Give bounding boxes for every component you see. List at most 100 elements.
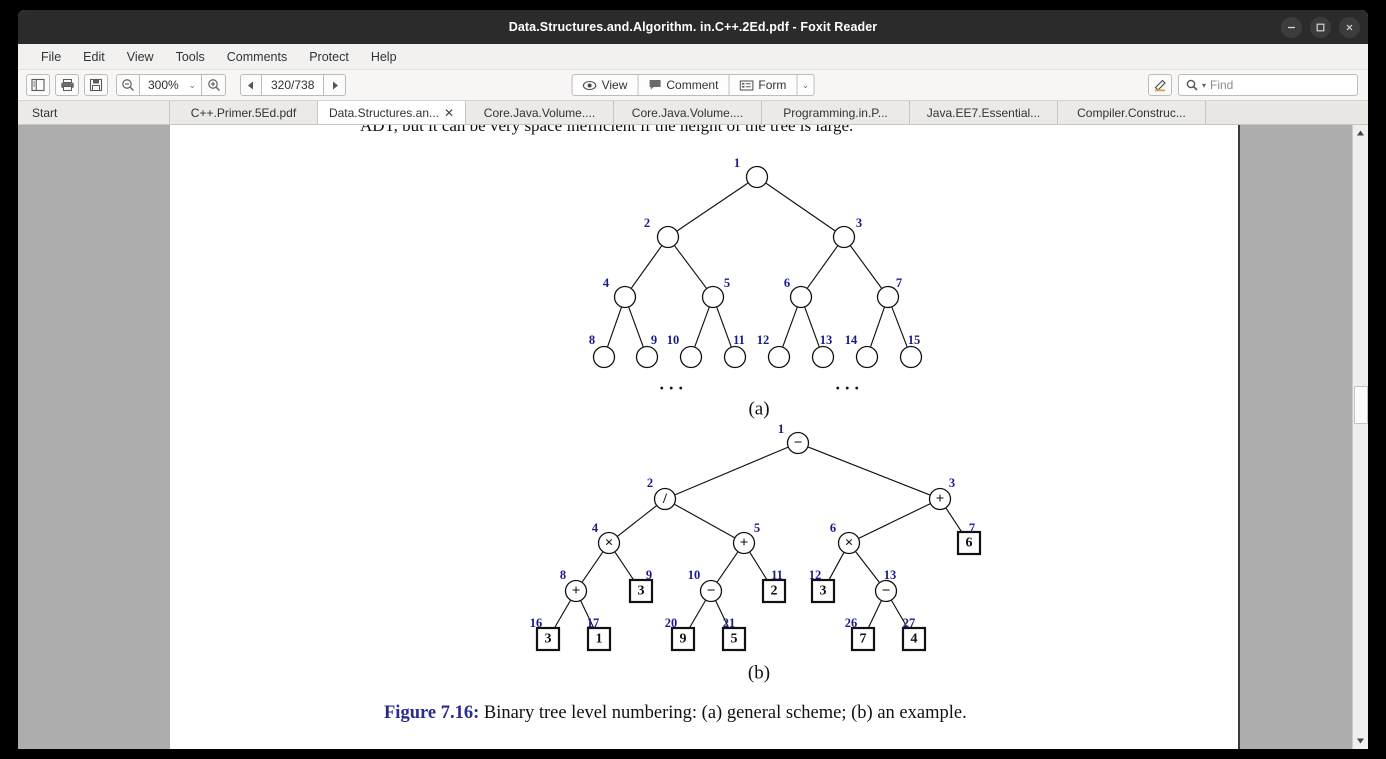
tab-programming-in-p[interactable]: Programming.in.P... [762,101,910,124]
tree-node-value: 4 [911,632,918,647]
tree-node-level-number: 6 [830,521,836,535]
tree-node-value: 2 [771,584,778,599]
tab-java-ee7[interactable]: Java.EE7.Essential... [910,101,1058,124]
tree-node-circle [832,225,856,249]
speech-bubble-icon [649,80,661,90]
tree-node-circle [592,345,616,369]
scroll-up-arrow[interactable] [1352,125,1368,141]
scroll-down-arrow[interactable] [1352,733,1368,749]
sublabel-b: (b) [748,663,770,684]
tab-core-java-2[interactable]: Core.Java.Volume.... [614,101,762,124]
tree-node-level-number: 4 [592,521,599,535]
page-number-field[interactable]: 320/738 [262,74,325,96]
find-input[interactable]: ▾ Find [1178,74,1358,96]
find-placeholder: Find [1210,78,1234,92]
tree-node-level-number: 26 [845,616,858,630]
magnifier-plus-icon[interactable] [202,74,226,96]
scrollbar-thumb[interactable] [1353,386,1368,424]
tree-edge [628,307,644,347]
menu-view[interactable]: View [116,47,165,67]
tree-node-value: 1 [596,632,603,647]
tree-node-level-number: 12 [757,333,770,347]
tree-edge [891,307,908,347]
menu-protect[interactable]: Protect [298,47,360,67]
ellipsis-marker: ··· [658,376,686,402]
highlighter-pen-icon[interactable] [1148,74,1172,96]
tab-label: Start [32,105,58,120]
close-button[interactable] [1339,16,1360,38]
comment-mode-label: Comment [666,78,719,92]
ellipsis-marker: ··· [834,376,862,402]
tree-node-level-number: 16 [530,616,543,630]
tree-node-level-number: 14 [845,333,858,347]
tree-node-circle [767,345,791,369]
menu-comments[interactable]: Comments [216,47,298,67]
tree-edge [614,551,636,583]
menu-bar: File Edit View Tools Comments Protect He… [18,44,1368,70]
view-mode-button[interactable]: View [571,74,639,96]
tree-node-circle [723,345,747,369]
triangle-left-icon[interactable] [240,74,262,96]
magnifier-minus-icon[interactable] [116,74,140,96]
sidebar-panel-icon[interactable] [26,74,50,96]
tab-start[interactable]: Start [18,101,170,124]
tree-edge [674,245,707,289]
tree-edge [827,552,845,582]
vertical-scrollbar[interactable] [1352,125,1368,749]
window-controls [1281,10,1360,44]
scrollbar-track[interactable] [1352,141,1368,733]
triangle-right-icon[interactable] [324,74,347,96]
tab-label: Core.Java.Volume.... [483,105,596,120]
tab-data-structures[interactable]: Data.Structures.an... ✕ [318,101,466,124]
printer-icon[interactable] [55,74,79,96]
tree-node-value: / [662,491,668,507]
tree-edge [694,307,710,347]
tree-edge [749,552,769,582]
tree-node-circle [899,345,923,369]
tree-node-value: 6 [966,536,973,551]
tree-node-level-number: 20 [665,616,678,630]
figure-7-16-svg: 12 34 5 6 78 9 10 11 12 13 14 15··· ···−1/2+3×4+5×66… [530,156,982,684]
zoom-control-group: 300% ⌄ [116,74,226,96]
tab-cpp-primer[interactable]: C++.Primer.5Ed.pdf [170,101,318,124]
tab-core-java-1[interactable]: Core.Java.Volume.... [466,101,614,124]
zoom-level-select[interactable]: 300% ⌄ [140,74,202,96]
floppy-save-icon[interactable] [84,74,108,96]
figure-caption: Figure 7.16: Binary tree level numbering… [384,703,967,724]
tree-node-level-number: 2 [644,216,650,230]
tree-edge [676,182,749,232]
tree-node-circle [613,285,637,309]
menu-tools[interactable]: Tools [165,47,216,67]
tree-node-level-number: 8 [589,333,595,347]
menu-file[interactable]: File [30,47,72,67]
tree-edge [630,245,663,289]
tree-edge [850,245,882,289]
tree-node-level-number: 27 [903,616,916,630]
tree-edge [870,307,885,347]
tree-node-level-number: 7 [896,276,902,290]
close-icon[interactable]: ✕ [444,106,454,120]
figure-caption-text: Binary tree level numbering: (a) general… [479,703,967,723]
mode-chevron-down-icon[interactable]: ⌄ [797,74,815,96]
comment-mode-button[interactable]: Comment [638,74,730,96]
tree-edge [674,446,789,496]
tree-edge [765,182,836,232]
maximize-button[interactable] [1310,16,1331,38]
tree-node-level-number: 10 [667,333,680,347]
view-mode-label: View [601,78,628,92]
window-title: Data.Structures.and.Algorithm. in.C++.2E… [508,20,878,34]
document-viewport[interactable]: ADT, but it can be very space inefficien… [18,125,1368,749]
tree-node-level-number: 6 [784,276,790,290]
tree-node-value: 7 [860,632,867,647]
menu-help[interactable]: Help [360,47,408,67]
tab-compiler-construction[interactable]: Compiler.Construc... [1058,101,1206,124]
tree-node-level-number: 8 [560,568,566,582]
form-mode-button[interactable]: Form [729,74,798,96]
figure-caption-number: Figure 7.16: [384,703,480,723]
tree-node-level-number: 2 [647,476,653,490]
tree-node-level-number: 4 [603,276,610,290]
minimize-button[interactable] [1281,16,1302,38]
tree-node-circle [635,345,659,369]
menu-edit[interactable]: Edit [72,47,116,67]
tree-edge [617,505,657,537]
